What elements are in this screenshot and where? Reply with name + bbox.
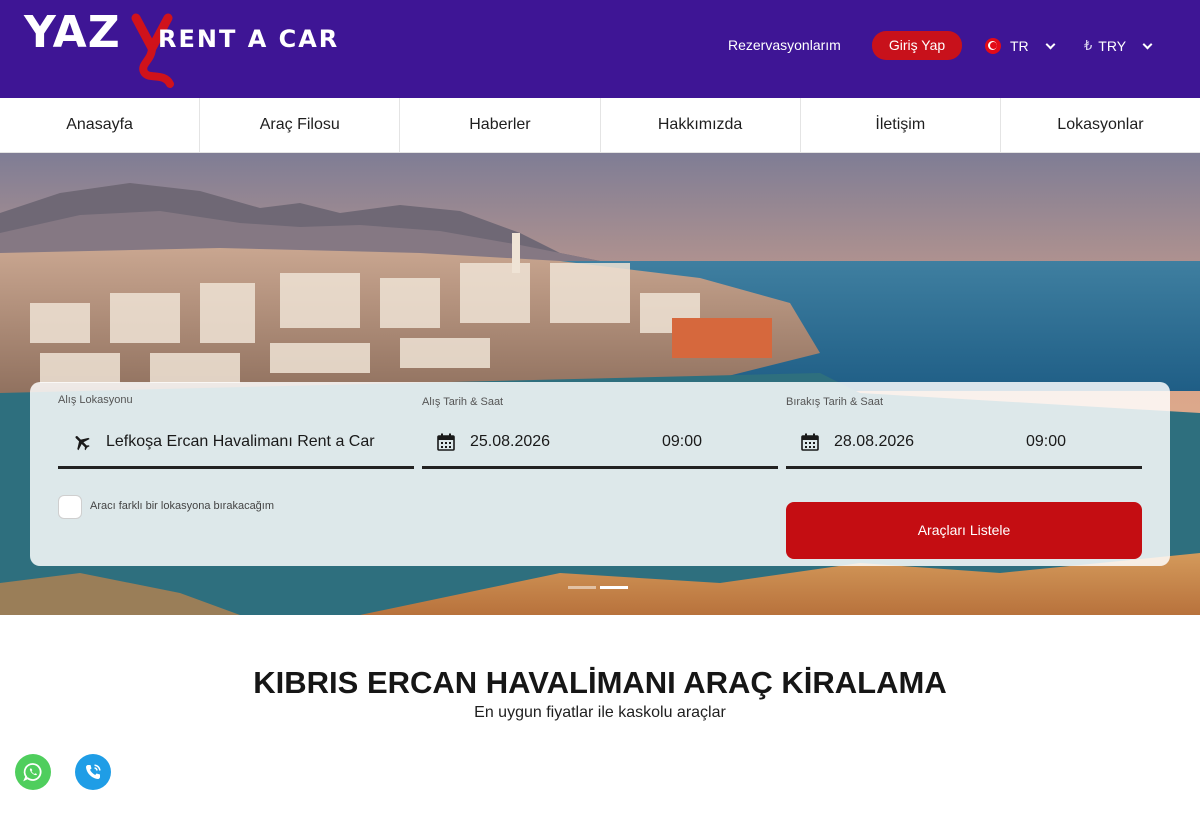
list-cars-button[interactable]: Araçları Listele [786,502,1142,559]
different-location-label[interactable]: Aracı farklı bir lokasyona bırakacağım [90,499,274,513]
turkey-flag-icon [985,38,1001,54]
pickup-date: 25.08.2026 [470,432,551,450]
nav-item-about[interactable]: Hakkımızda [601,98,801,153]
language-label: TR [1010,38,1029,54]
calendar-icon [800,432,820,452]
section-title: KIBRIS ERCAN HAVALİMANI ARAÇ KİRALAMA [253,665,947,700]
slider-dot-active[interactable] [600,586,628,589]
phone-button[interactable] [75,754,111,790]
slider-dot[interactable] [568,586,596,589]
pickup-datetime-label: Alış Tarih & Saat [422,396,504,408]
airplane-icon [72,432,92,452]
dropoff-datetime-field[interactable]: 28.08.2026 09:00 [786,417,1142,469]
nav-item-home[interactable]: Anasayfa [0,98,201,153]
slider-dots [568,586,628,589]
dropoff-time[interactable]: 09:00 [1026,433,1066,451]
site-header: YAZ RENT A CAR Rezervasyonlarım Giriş Ya… [0,0,1200,98]
nav-item-contact[interactable]: İletişim [801,98,1001,153]
section-subtitle: En uygun fiyatlar ile kaskolu araçlar [474,704,726,721]
site-logo[interactable]: YAZ RENT A CAR [22,6,352,90]
chevron-down-icon [1142,39,1153,49]
different-location-checkbox[interactable] [58,495,82,519]
login-button[interactable]: Giriş Yap [872,31,962,60]
pickup-time[interactable]: 09:00 [662,433,702,451]
nav-item-fleet[interactable]: Araç Filosu [200,98,401,153]
nav-item-news[interactable]: Haberler [400,98,601,153]
phone-icon [86,764,101,779]
language-selector[interactable]: TR [985,36,1056,56]
dropoff-date: 28.08.2026 [834,432,915,450]
calendar-icon [436,432,456,452]
whatsapp-icon [23,763,42,782]
currency-label: TRY [1098,38,1127,54]
whatsapp-button[interactable] [15,754,51,790]
pickup-location-field[interactable]: Lefkoşa Ercan Havalimanı Rent a Car [58,417,414,469]
chevron-down-icon [1045,39,1056,49]
hero-slider: Alış Lokasyonu Lefkoşa Ercan Havalimanı … [0,153,1200,615]
reservations-link[interactable]: Rezervasyonlarım [728,36,841,54]
dropoff-datetime-label: Bırakış Tarih & Saat [786,396,884,408]
pickup-location-label: Alış Lokasyonu [58,394,133,406]
pickup-datetime-field[interactable]: 25.08.2026 09:00 [422,417,778,469]
lira-icon: ₺ [1084,38,1093,53]
logo-sub-text: RENT A CAR [158,25,340,53]
main-nav: Anasayfa Araç Filosu Haberler Hakkımızda… [0,98,1200,153]
nav-item-locations[interactable]: Lokasyonlar [1001,98,1200,153]
search-panel: Alış Lokasyonu Lefkoşa Ercan Havalimanı … [30,382,1170,566]
logo-main-text: YAZ [24,7,121,58]
pickup-location-value: Lefkoşa Ercan Havalimanı Rent a Car [106,432,375,450]
currency-selector[interactable]: ₺ TRY [1084,36,1153,56]
